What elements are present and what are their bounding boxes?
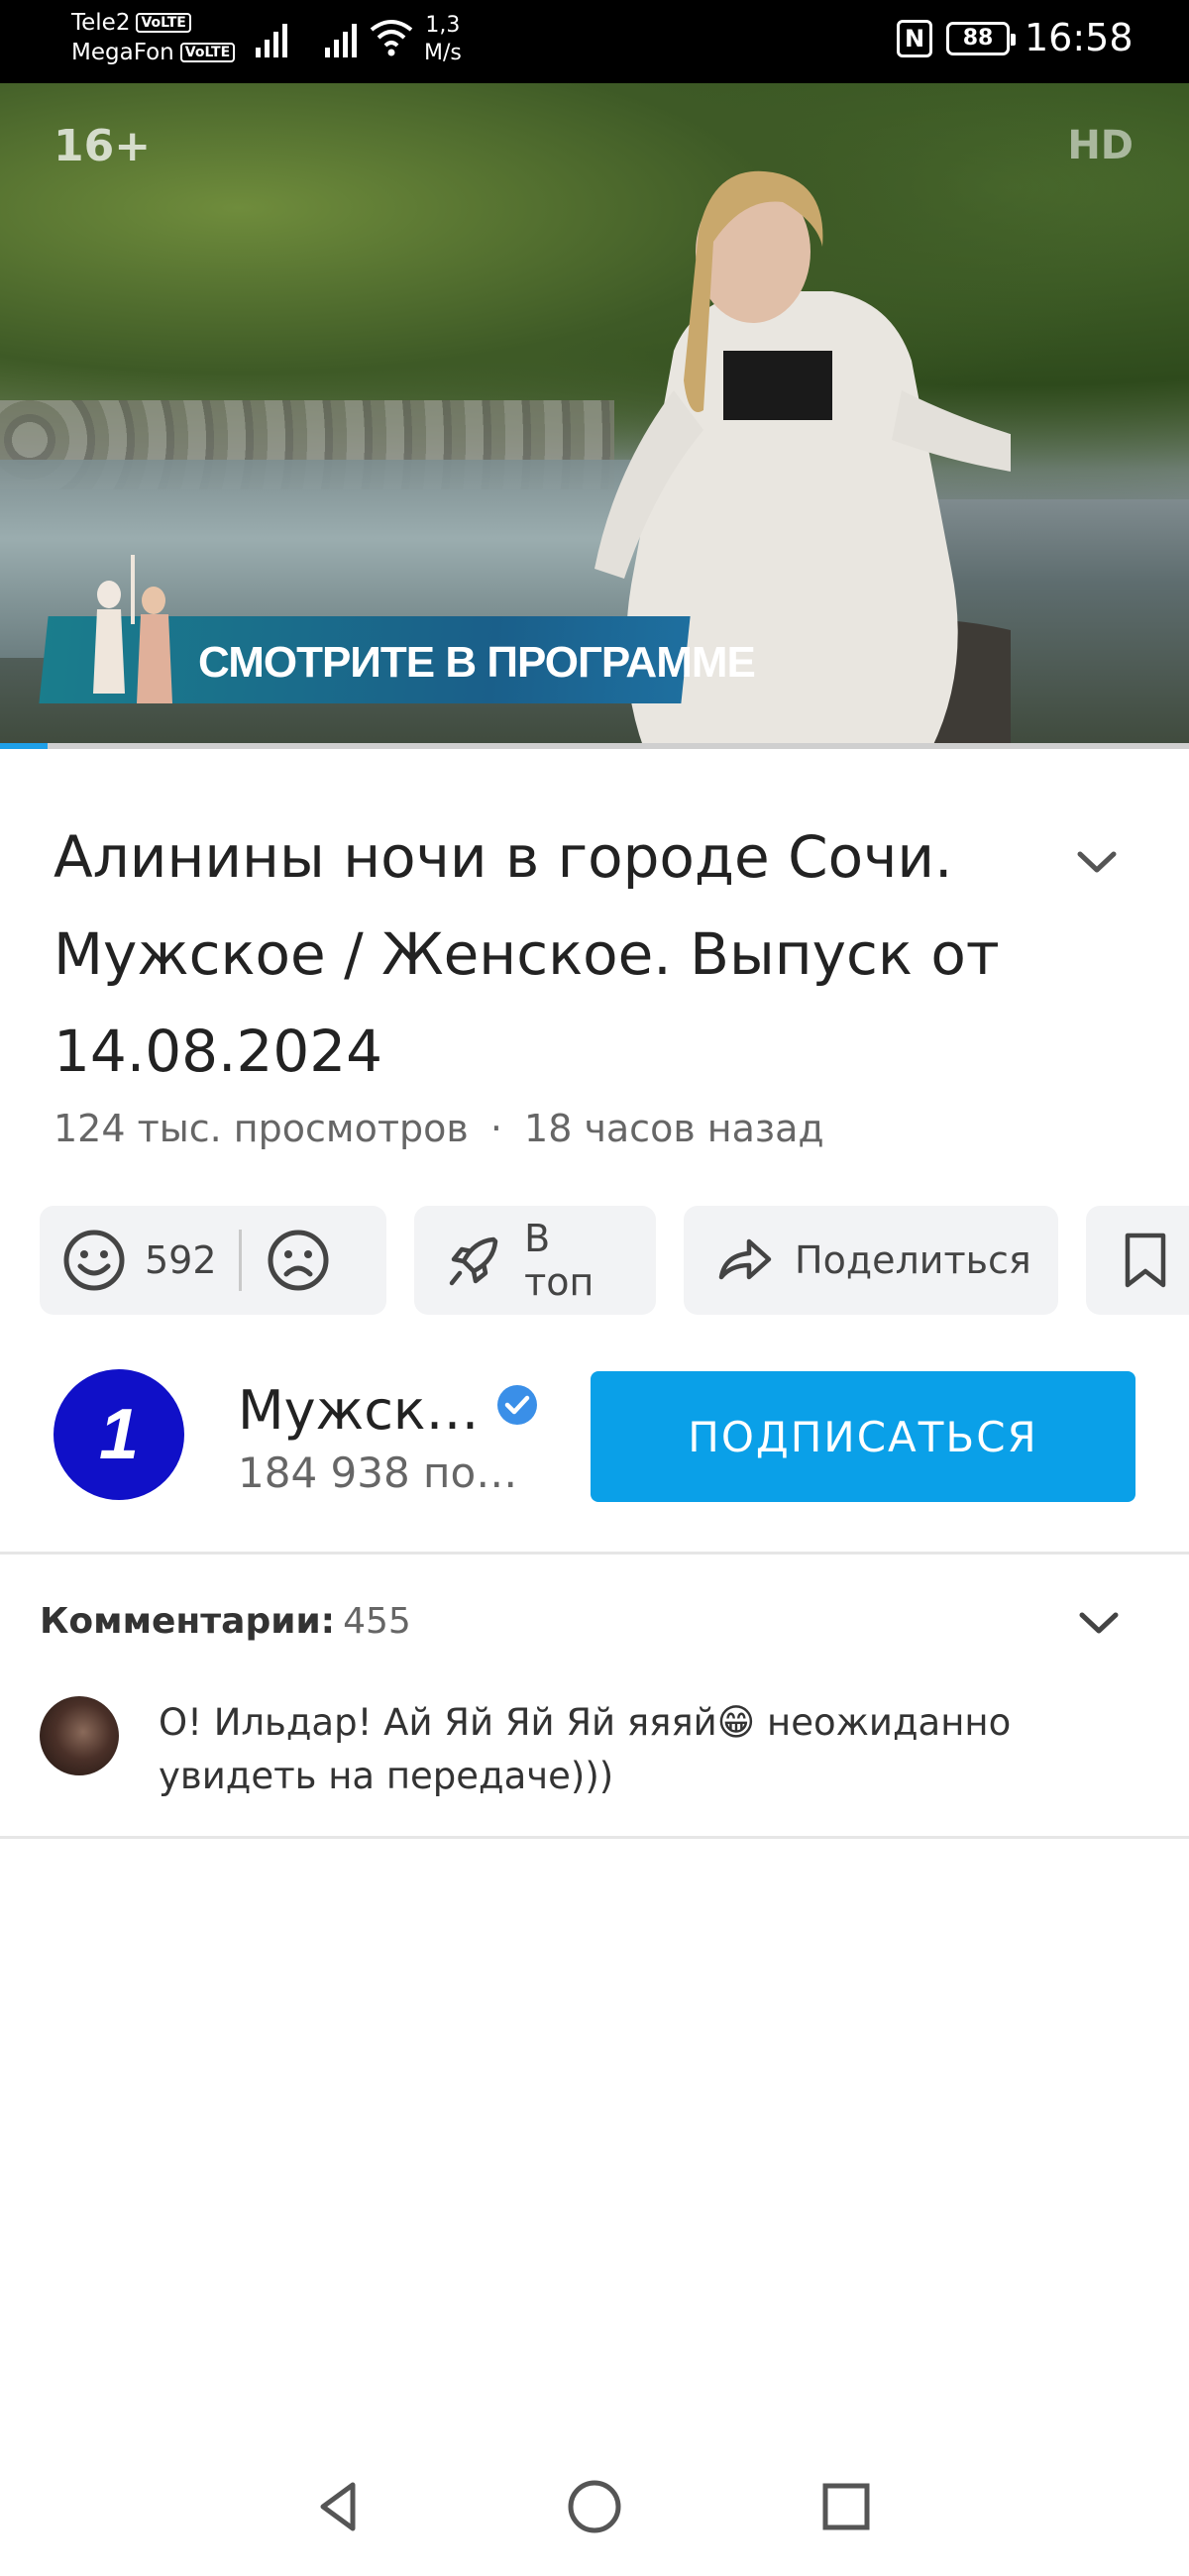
subscribe-button[interactable]: ПОДПИСАТЬСЯ bbox=[591, 1371, 1135, 1502]
comments-label: Комментарии: bbox=[40, 1601, 336, 1642]
carrier-info: Tele2 VoLTE MegaFon VoLTE bbox=[71, 8, 236, 67]
divider bbox=[0, 1836, 1189, 1839]
action-row: 592 В топ Поделиться bbox=[40, 1206, 1189, 1315]
channel-name[interactable]: Мужск… bbox=[238, 1379, 480, 1442]
video-title: Алинины ночи в городе Сочи. Мужское / Же… bbox=[54, 823, 1000, 1085]
back-icon[interactable] bbox=[299, 2467, 378, 2546]
video-meta: 124 тыс. просмотров · 18 часов назад bbox=[54, 1107, 824, 1150]
save-button[interactable] bbox=[1086, 1206, 1189, 1315]
comments-count: 455 bbox=[343, 1601, 411, 1642]
wifi-icon bbox=[370, 20, 413, 56]
verified-icon bbox=[497, 1385, 537, 1425]
clock: 16:58 bbox=[1025, 16, 1134, 59]
divider bbox=[0, 1552, 1189, 1555]
battery-icon: 88 bbox=[946, 22, 1016, 55]
top-button[interactable]: В топ bbox=[414, 1206, 656, 1315]
channel-logo-glyph: 1 bbox=[99, 1395, 139, 1474]
bookmark-icon bbox=[1116, 1226, 1175, 1295]
rocket-icon bbox=[440, 1226, 508, 1295]
statue-logo bbox=[93, 555, 172, 703]
carrier-2: MegaFon bbox=[71, 40, 174, 65]
publish-age: 18 часов назад bbox=[524, 1107, 824, 1150]
avatar[interactable] bbox=[40, 1696, 119, 1775]
carrier-1: Tele2 bbox=[71, 10, 131, 36]
network-speed: 1,3 M/s bbox=[424, 12, 462, 67]
volte-badge: VoLTE bbox=[136, 13, 191, 33]
reaction-pill: 592 bbox=[40, 1206, 386, 1315]
subscriber-count: 184 938 по… bbox=[238, 1449, 518, 1497]
video-progress-fill bbox=[0, 743, 48, 749]
chevron-down-icon[interactable] bbox=[1072, 842, 1122, 882]
meta-separator: · bbox=[489, 1107, 502, 1150]
home-icon[interactable] bbox=[555, 2467, 634, 2546]
recents-icon[interactable] bbox=[807, 2467, 886, 2546]
speed-value: 1,3 bbox=[425, 13, 461, 38]
share-label: Поделиться bbox=[795, 1238, 1031, 1282]
comment-text[interactable]: О! Ильдар! Ай Яй Яй Яй яяяй😁 неожиданно … bbox=[159, 1696, 1110, 1803]
smile-icon[interactable] bbox=[59, 1226, 129, 1295]
age-rating: 16+ bbox=[54, 121, 152, 171]
channel-logo[interactable]: 1 bbox=[54, 1369, 184, 1500]
signal-icon bbox=[325, 18, 357, 57]
channel-one-logo: 1 bbox=[99, 1395, 139, 1474]
channel-watermark: HD bbox=[1067, 123, 1134, 168]
speed-unit: M/s bbox=[424, 41, 462, 65]
top-label: В топ bbox=[524, 1217, 594, 1304]
like-count: 592 bbox=[145, 1238, 217, 1282]
share-arrow-icon bbox=[709, 1226, 779, 1295]
promo-banner-text: СМОТРИТЕ В ПРОГРАММЕ bbox=[198, 638, 756, 687]
system-nav-bar bbox=[0, 2447, 1189, 2576]
comments-header[interactable]: Комментарии: 455 bbox=[40, 1601, 411, 1642]
volte-badge: VoLTE bbox=[179, 43, 236, 62]
chevron-down-icon[interactable] bbox=[1074, 1603, 1124, 1643]
video-player[interactable]: 16+ HD СМОТРИТЕ В ПРОГРАММЕ bbox=[0, 83, 1189, 749]
reaction-divider bbox=[238, 1230, 242, 1291]
share-button[interactable]: Поделиться bbox=[684, 1206, 1058, 1315]
status-bar: Tele2 VoLTE MegaFon VoLTE 1,3 M/s N 88 16:… bbox=[0, 0, 1189, 83]
view-count: 124 тыс. просмотров bbox=[54, 1107, 469, 1150]
signal-icon bbox=[256, 18, 287, 57]
sad-icon[interactable] bbox=[264, 1226, 333, 1295]
nfc-icon: N bbox=[897, 20, 932, 57]
video-progress-bar[interactable] bbox=[0, 743, 1189, 749]
